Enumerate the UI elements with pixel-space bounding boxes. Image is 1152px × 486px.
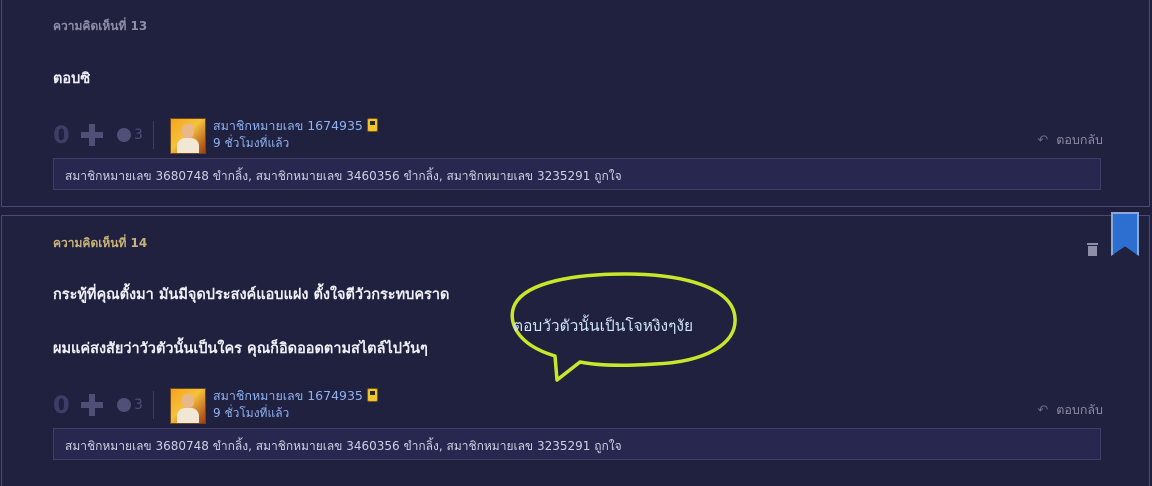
timestamp: 9 ชั่วโมงที่แล้ว: [213, 136, 290, 150]
member-badge-icon: [366, 388, 378, 402]
reply-arrow-icon: ↶: [1037, 403, 1049, 418]
reactions-text[interactable]: สมาชิกหมายเลข 3680748 ขำกลิ้ง, สมาชิกหมา…: [65, 437, 622, 456]
vote-bar: 0 3: [53, 118, 154, 152]
vote-count: 0: [53, 391, 70, 419]
vote-bar: 0 3: [53, 388, 154, 422]
username-link[interactable]: สมาชิกหมายเลข 1674935: [213, 116, 378, 136]
vote-count: 0: [53, 121, 70, 149]
divider: [152, 121, 154, 149]
emotion-icon[interactable]: [117, 398, 131, 412]
reply-arrow-icon: ↶: [1037, 133, 1049, 148]
reply-label[interactable]: ตอบกลับ: [1056, 402, 1103, 417]
reply-label[interactable]: ตอบกลับ: [1056, 132, 1103, 147]
comment-body-line: กระทู้ที่คุณตั้งมา มันมีจุดประสงค์แอบแฝง…: [53, 287, 450, 303]
username[interactable]: สมาชิกหมายเลข 1674935: [213, 118, 363, 133]
comment-body-line: ผมแค่สงสัยว่าวัวตัวนั้นเป็นใคร คุณก็อิดอ…: [53, 341, 428, 357]
reply-button[interactable]: ↶ ตอบกลับ: [1037, 400, 1103, 420]
reactions-text[interactable]: สมาชิกหมายเลข 3680748 ขำกลิ้ง, สมาชิกหมา…: [65, 167, 622, 186]
plus-icon[interactable]: [79, 392, 105, 418]
emotion-icon[interactable]: [117, 128, 131, 142]
comment-13: ความคิดเห็นที่ 13 ตอบซิ 0 3 สมาชิกหมายเล…: [1, 0, 1150, 207]
avatar[interactable]: [170, 118, 206, 154]
avatar[interactable]: [170, 388, 206, 424]
comment-body-line: ตอบซิ: [53, 71, 91, 87]
reply-button[interactable]: ↶ ตอบกลับ: [1037, 130, 1103, 150]
comment-meta: 0 3 สมาชิกหมายเลข 1674935 9 ชั่วโมงที่แล…: [53, 118, 1103, 154]
reactions-list: สมาชิกหมายเลข 3680748 ขำกลิ้ง, สมาชิกหมา…: [53, 428, 1101, 460]
annotation-text: ตอบวัวตัวนั้นเป็นโจหงิงๆงัย: [513, 317, 694, 335]
username-link[interactable]: สมาชิกหมายเลข 1674935: [213, 386, 378, 406]
comment-header: ความคิดเห็นที่ 14: [53, 236, 148, 250]
emotion-count[interactable]: 3: [134, 397, 143, 413]
emotion-count[interactable]: 3: [134, 127, 143, 143]
member-badge-icon: [366, 118, 378, 132]
comment-header: ความคิดเห็นที่ 13: [53, 19, 148, 33]
timestamp: 9 ชั่วโมงที่แล้ว: [213, 406, 290, 420]
reactions-list: สมาชิกหมายเลข 3680748 ขำกลิ้ง, สมาชิกหมา…: [53, 158, 1101, 190]
plus-icon[interactable]: [79, 122, 105, 148]
comment-meta: 0 3 สมาชิกหมายเลข 1674935 9 ชั่วโมงที่แล…: [53, 388, 1103, 424]
divider: [152, 391, 154, 419]
trash-icon[interactable]: [1087, 243, 1098, 257]
username[interactable]: สมาชิกหมายเลข 1674935: [213, 388, 363, 403]
